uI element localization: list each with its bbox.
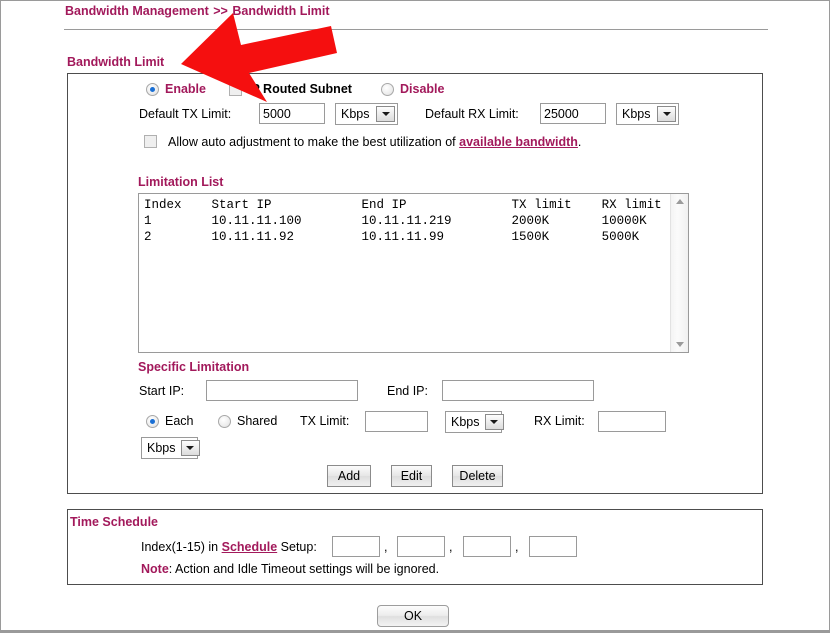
label-ip-routed-subnet[interactable]: IP Routed Subnet (248, 82, 352, 96)
schedule-index-text: Index(1-15) in (141, 540, 219, 554)
radio-enable[interactable] (146, 83, 159, 96)
bandwidth-limit-page: Bandwidth Management >> Bandwidth Limit … (0, 0, 830, 633)
radio-disable[interactable] (381, 83, 394, 96)
label-start-ip: Start IP: (139, 384, 185, 398)
radio-each[interactable] (146, 415, 159, 428)
input-schedule-3[interactable] (463, 536, 511, 557)
limitation-list-scrollbar[interactable] (670, 194, 688, 352)
schedule-comma-3: , (515, 540, 519, 554)
input-schedule-4[interactable] (529, 536, 577, 557)
ok-button[interactable]: OK (377, 605, 449, 627)
scroll-down-icon[interactable] (671, 337, 688, 352)
chevron-down-icon (180, 440, 200, 456)
label-default-rx-limit: Default RX Limit: (425, 107, 519, 121)
select-default-tx-unit-value: Kbps (341, 107, 370, 121)
page-title: Bandwidth Limit (67, 55, 165, 69)
schedule-setup-text: Setup: (280, 540, 317, 554)
schedule-comma-1: , (384, 540, 388, 554)
breadcrumb-parent[interactable]: Bandwidth Management (65, 4, 209, 18)
edit-button[interactable]: Edit (391, 465, 432, 487)
select-rx-unit-value: Kbps (147, 441, 176, 455)
time-schedule-title: Time Schedule (70, 515, 158, 529)
add-button[interactable]: Add (327, 465, 371, 487)
label-tx-limit: TX Limit: (300, 414, 350, 428)
input-tx-limit[interactable] (365, 411, 428, 432)
chevron-down-icon (657, 106, 676, 122)
auto-adjustment-text-after: . (577, 135, 582, 149)
label-default-tx-limit: Default TX Limit: (139, 107, 232, 121)
label-enable[interactable]: Enable (165, 82, 206, 96)
input-default-rx-limit[interactable] (540, 103, 606, 124)
schedule-note-text: : Action and Idle Timeout settings will … (168, 562, 440, 576)
select-default-tx-unit[interactable]: Kbps (335, 103, 398, 125)
available-bandwidth-link[interactable]: available bandwidth (459, 135, 578, 149)
auto-adjustment-text-before: Allow auto adjustment to make the best u… (168, 135, 460, 149)
limitation-list-content: Index Start IP End IP TX limit RX limit … (144, 198, 662, 244)
breadcrumb: Bandwidth Management >> Bandwidth Limit (65, 4, 330, 18)
header-divider (64, 29, 768, 30)
schedule-comma-2: , (449, 540, 453, 554)
schedule-note-label: Note (141, 562, 169, 576)
input-schedule-2[interactable] (397, 536, 445, 557)
limitation-list-box[interactable]: Index Start IP End IP TX limit RX limit … (138, 193, 689, 353)
select-tx-unit[interactable]: Kbps (445, 411, 504, 433)
bottom-divider (1, 630, 829, 632)
specific-limitation-title: Specific Limitation (138, 360, 250, 374)
input-start-ip[interactable] (206, 380, 358, 401)
breadcrumb-current: Bandwidth Limit (232, 4, 330, 18)
select-default-rx-unit-value: Kbps (622, 107, 651, 121)
input-end-ip[interactable] (442, 380, 594, 401)
radio-shared[interactable] (218, 415, 231, 428)
chevron-down-icon (376, 106, 395, 122)
label-shared[interactable]: Shared (237, 414, 277, 428)
input-schedule-1[interactable] (332, 536, 380, 557)
label-end-ip: End IP: (387, 384, 428, 398)
label-each[interactable]: Each (165, 414, 194, 428)
checkbox-ip-routed-subnet[interactable] (229, 83, 242, 96)
input-rx-limit[interactable] (598, 411, 666, 432)
limitation-list-title: Limitation List (138, 175, 224, 189)
label-rx-limit: RX Limit: (534, 414, 585, 428)
chevron-down-icon (484, 414, 504, 430)
scroll-up-icon[interactable] (671, 194, 688, 209)
select-rx-unit[interactable]: Kbps (141, 437, 200, 459)
label-schedule-index: Index(1-15) in Schedule Setup: (141, 540, 317, 554)
label-disable[interactable]: Disable (400, 82, 444, 96)
schedule-note: Note: Action and Idle Timeout settings w… (141, 562, 439, 576)
breadcrumb-separator: >> (213, 4, 228, 18)
auto-adjustment-text: Allow auto adjustment to make the best u… (168, 135, 581, 149)
select-default-rx-unit[interactable]: Kbps (616, 103, 679, 125)
input-default-tx-limit[interactable] (259, 103, 325, 124)
delete-button[interactable]: Delete (452, 465, 503, 487)
checkbox-auto-adjustment[interactable] (144, 135, 157, 148)
schedule-link[interactable]: Schedule (222, 540, 278, 554)
select-tx-unit-value: Kbps (451, 415, 480, 429)
